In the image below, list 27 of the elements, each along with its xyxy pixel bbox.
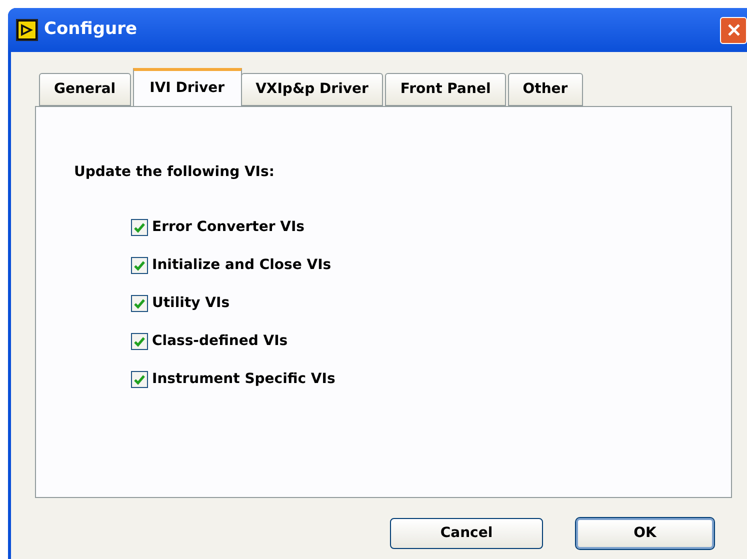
option-checkbox[interactable]: Utility VIs [131,294,731,313]
checkbox[interactable] [131,295,148,312]
check-icon [134,298,145,308]
checkbox[interactable] [131,219,148,236]
prompt-text: Update the following VIs: [74,163,276,182]
checkbox[interactable] [131,333,148,350]
tab[interactable]: General [39,73,131,106]
option-checkbox[interactable]: Class-defined VIs [131,332,731,351]
checkbox[interactable] [131,371,148,388]
check-icon [134,336,145,346]
tab[interactable]: IVI Driver [132,68,242,106]
tab[interactable]: VXIp&p Driver [240,73,384,106]
option-checkbox[interactable]: Error Converter VIs [131,218,731,237]
app-logo-icon [16,19,38,41]
option-checkbox[interactable]: Initialize and Close VIs [131,256,731,275]
window-title: Configure [44,18,138,42]
dialog-button[interactable]: OK [576,518,714,549]
check-icon [134,222,145,232]
option-checkbox[interactable]: Instrument Specific VIs [131,370,731,389]
close-icon [726,23,740,37]
check-icon [134,260,145,270]
close-button[interactable] [720,16,747,44]
tab[interactable]: Front Panel [385,73,506,106]
dialog-button[interactable]: Cancel [390,518,543,549]
checkbox[interactable] [131,257,148,274]
tab[interactable]: Other [508,73,583,106]
check-icon [134,374,145,384]
